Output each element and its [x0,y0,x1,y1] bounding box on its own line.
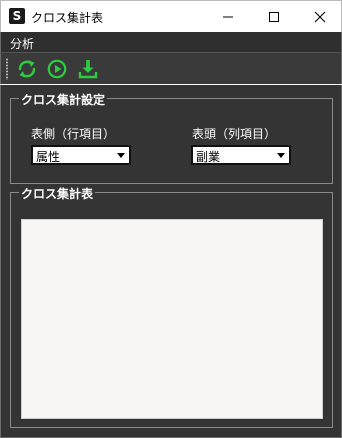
crosstab-table[interactable] [21,219,323,419]
client-area: クロス集計設定 表側（行項目） 表頭（列項目） 属性 副業 クロス集計表 [0,85,342,438]
crosstab-table-group: クロス集計表 [10,185,333,428]
menu-item-analysis[interactable]: 分析 [10,35,34,52]
play-icon [47,59,67,79]
refresh-icon [18,60,36,78]
column-item-select[interactable]: 副業 [191,145,291,165]
chevron-down-icon[interactable] [114,148,128,162]
window-title: クロス集計表 [31,11,104,25]
run-button[interactable] [46,58,68,80]
minimize-button[interactable] [205,1,251,32]
settings-group-title: クロス集計設定 [19,91,108,108]
maximize-icon [269,11,279,22]
row-item-select[interactable]: 属性 [31,145,131,165]
maximize-button[interactable] [251,1,297,32]
row-item-label: 表側（行項目） [31,127,116,141]
crosstab-settings-group: クロス集計設定 表側（行項目） 表頭（列項目） 属性 副業 [10,91,333,184]
table-group-title: クロス集計表 [19,185,96,202]
row-item-value: 属性 [36,150,61,164]
chevron-down-icon[interactable] [274,148,288,162]
download-icon [78,60,98,79]
title-bar: S クロス集計表 [0,0,342,32]
export-button[interactable] [77,58,99,80]
minimize-icon [223,16,233,17]
column-item-value: 副業 [196,150,221,164]
toolbar [0,52,342,84]
menu-bar: 分析 [0,32,342,52]
close-icon [314,11,326,22]
app-icon: S [9,8,25,24]
close-button[interactable] [297,1,342,32]
toolbar-grip[interactable] [6,58,8,80]
column-item-label: 表頭（列項目） [192,127,277,141]
refresh-button[interactable] [16,58,38,80]
